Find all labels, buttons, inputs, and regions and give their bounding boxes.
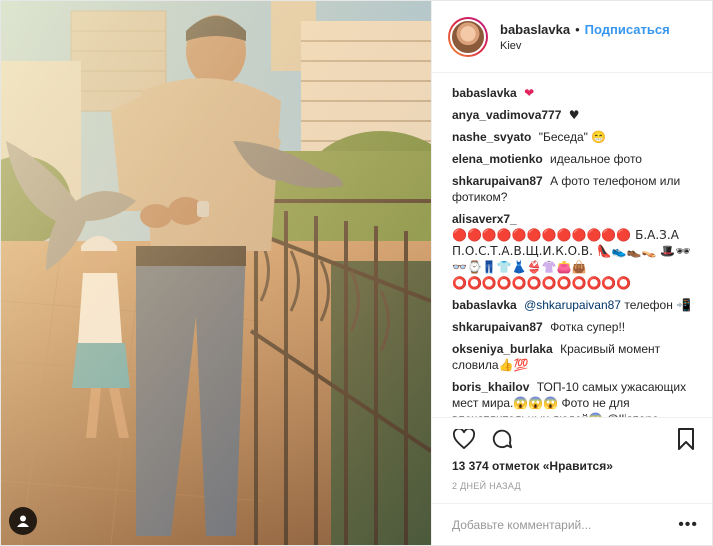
comment-username[interactable]: nashe_svyato <box>452 130 531 144</box>
comment-item: okseniya_burlaka Красивый момент словила… <box>452 341 696 373</box>
instagram-post: babaslavka • Подписаться Kiev babaslavka… <box>0 0 713 546</box>
photo-image <box>1 1 431 545</box>
user-tag-icon[interactable] <box>9 507 37 535</box>
comment-text: Фотка супер!! <box>550 320 626 334</box>
comment-bubble-icon[interactable] <box>490 427 514 451</box>
comment-username[interactable]: boris_khailov <box>452 380 529 394</box>
comment-username[interactable]: babaslavka <box>452 298 517 312</box>
comment-text: ♥ <box>568 108 580 122</box>
comment-text: 🔴🔴🔴🔴🔴🔴🔴🔴🔴🔴🔴🔴 Б.А.З.А П.О.С.Т.А.В.Щ.И.К.О… <box>452 228 691 290</box>
comment-item: babaslavka ❤ <box>452 85 696 101</box>
comment-text: телефон 📲 <box>624 298 692 312</box>
comment-username[interactable]: shkarupaivan87 <box>452 174 543 188</box>
comment-input[interactable] <box>452 517 679 532</box>
comment-item: alisaverx7_ 🔴🔴🔴🔴🔴🔴🔴🔴🔴🔴🔴🔴 Б.А.З.А П.О.С.Т… <box>452 211 696 291</box>
post-header: babaslavka • Подписаться Kiev <box>432 1 712 73</box>
avatar[interactable] <box>448 16 488 57</box>
header-username[interactable]: babaslavka <box>500 22 570 37</box>
comment-mention[interactable]: @shkarupaivan87 <box>524 298 621 312</box>
comment-text: ❤ <box>524 86 535 100</box>
heart-icon[interactable] <box>452 427 476 451</box>
comment-item: nashe_svyato "Беседа" 😁 <box>452 129 696 145</box>
follow-button[interactable]: Подписаться <box>585 22 670 37</box>
separator-dot: • <box>575 21 580 37</box>
location-link[interactable]: Kiev <box>500 40 670 52</box>
more-options-button[interactable]: ••• <box>678 516 698 534</box>
comment-username[interactable]: alisaverx7_ <box>452 212 517 226</box>
comments-list[interactable]: babaslavka ❤ anya_vadimova777 ♥ nashe_sv… <box>432 73 712 417</box>
likes-count[interactable]: 13 374 отметок «Нравится» <box>432 459 712 477</box>
bookmark-icon[interactable] <box>674 427 698 451</box>
comment-item: shkarupaivan87 А фото телефоном или фоти… <box>452 173 696 205</box>
comment-item: boris_khailov ТОП-10 самых ужасающих мес… <box>452 379 696 417</box>
comment-username[interactable]: shkarupaivan87 <box>452 320 543 334</box>
action-bar <box>432 417 712 459</box>
comment-username[interactable]: anya_vadimova777 <box>452 108 561 122</box>
comment-username[interactable]: babaslavka <box>452 86 517 100</box>
comment-item: anya_vadimova777 ♥ <box>452 107 696 123</box>
post-photo[interactable] <box>1 1 431 545</box>
comment-item: babaslavka @shkarupaivan87 телефон 📲 <box>452 297 696 313</box>
post-date: 2 ДНЕЙ НАЗАД <box>452 481 521 491</box>
comment-text: идеальное фото <box>550 152 642 166</box>
comment-username[interactable]: elena_motienko <box>452 152 543 166</box>
add-comment-bar: ••• <box>432 503 712 545</box>
comment-item: shkarupaivan87 Фотка супер!! <box>452 319 696 335</box>
comment-item: elena_motienko идеальное фото <box>452 151 696 167</box>
comment-text: "Беседа" 😁 <box>538 130 607 144</box>
post-sidebar: babaslavka • Подписаться Kiev babaslavka… <box>431 1 712 545</box>
comment-username[interactable]: okseniya_burlaka <box>452 342 553 356</box>
